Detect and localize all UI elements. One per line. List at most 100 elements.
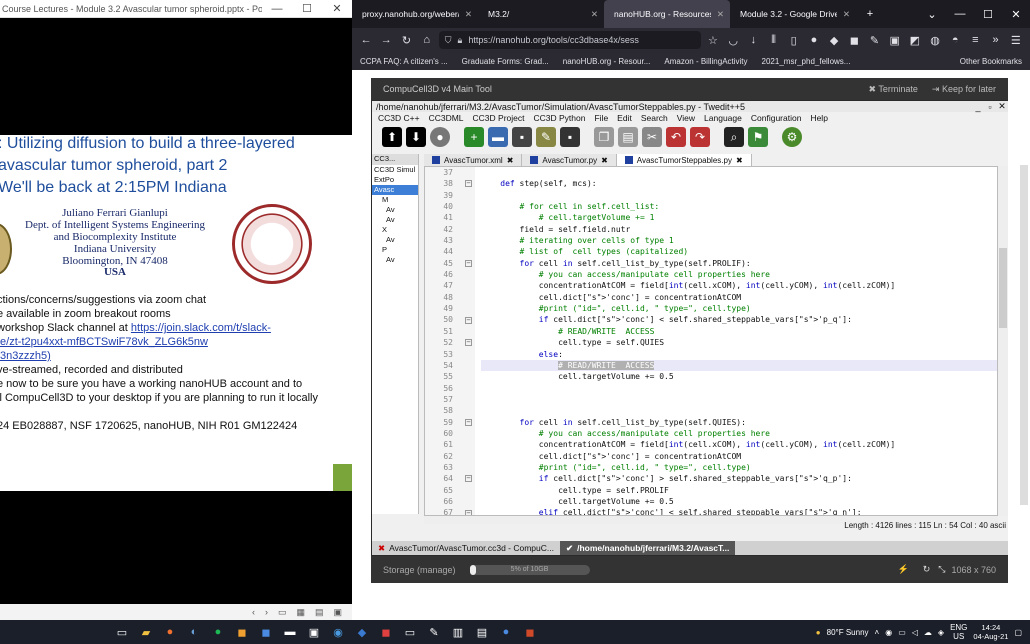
- network-icon[interactable]: ▭: [898, 628, 906, 637]
- power-icon[interactable]: ⚡: [897, 564, 908, 575]
- code-line[interactable]: # you can access/manipulate cell propert…: [481, 428, 997, 439]
- browser-tab[interactable]: proxy.nanohub.org/weber/18724(✕: [352, 0, 478, 28]
- app-icon[interactable]: ◉: [326, 622, 350, 642]
- maximize-icon[interactable]: ☐: [292, 2, 322, 15]
- terminal-icon[interactable]: ▬: [278, 622, 302, 642]
- editor-vertical-scrollbar[interactable]: [998, 166, 1008, 516]
- flag-icon[interactable]: ⚑: [748, 127, 768, 147]
- lock-icon[interactable]: 🔒︎: [458, 35, 463, 46]
- fold-toggle-icon[interactable]: −: [465, 259, 472, 267]
- refresh-icon[interactable]: ↻: [923, 564, 931, 575]
- powerpoint-icon[interactable]: ◼: [518, 622, 542, 642]
- code-line[interactable]: field = self.field.nutr: [481, 224, 997, 235]
- slack-link-cont[interactable]: te/zt-t2pu4xxt-mfBCTSwiF78vk_ZLG6k5nw: [0, 336, 208, 348]
- menu-item[interactable]: CC3D Python: [534, 113, 586, 123]
- close-icon[interactable]: ✕: [1002, 8, 1030, 21]
- steam-icon[interactable]: ◐: [182, 622, 206, 642]
- code-line[interactable]: def step(self, mcs):: [481, 178, 997, 189]
- code-line[interactable]: [481, 167, 997, 178]
- browser-tab[interactable]: Module 3.2 - Google Drive ✕: [730, 0, 856, 28]
- app-icon[interactable]: ▭: [398, 622, 422, 642]
- project-tree-item[interactable]: Av: [372, 235, 418, 245]
- page-scrollbar[interactable]: [1020, 165, 1028, 505]
- settings-icon[interactable]: ⚙: [782, 127, 802, 147]
- code-line[interactable]: if cell.dict["s">'conc'] > self.shared_s…: [481, 473, 997, 484]
- bookmark[interactable]: Graduate Forms: Grad...: [462, 57, 549, 66]
- find-icon[interactable]: ⌕: [724, 127, 744, 147]
- tray-chevron-icon[interactable]: ˄: [875, 628, 880, 637]
- new-tab-icon[interactable]: +: [856, 8, 884, 20]
- bookmark[interactable]: CCPA FAQ: A citizen's ...: [360, 57, 448, 66]
- upload-icon[interactable]: ⬆: [382, 127, 402, 147]
- back-icon[interactable]: ←: [358, 34, 374, 46]
- fold-toggle-icon[interactable]: −: [465, 180, 472, 188]
- code-line[interactable]: cell.dict["s">'conc'] = concentrationAtC…: [481, 451, 997, 462]
- overflow-icon[interactable]: »: [987, 34, 1003, 46]
- prev-slide-icon[interactable]: ‹: [252, 607, 255, 617]
- code-line[interactable]: # list of cell types (capitalized): [481, 246, 997, 257]
- code-line[interactable]: else:: [481, 349, 997, 360]
- extension-icon[interactable]: ◼: [846, 34, 862, 47]
- menu-item[interactable]: CC3D Project: [473, 113, 525, 123]
- fold-toggle-icon[interactable]: −: [465, 316, 472, 324]
- code-line[interactable]: cell.dict["s">'conc'] = concentrationAtC…: [481, 292, 997, 303]
- code-line[interactable]: # you can access/manipulate cell propert…: [481, 269, 997, 280]
- bookmark-star-icon[interactable]: ☆: [705, 34, 721, 47]
- slideshow-icon[interactable]: ▣: [333, 607, 342, 618]
- close-tab-icon[interactable]: ✖: [507, 156, 514, 165]
- menu-item[interactable]: Configuration: [751, 113, 802, 123]
- code-line[interactable]: cell.type = self.QUIES: [481, 337, 997, 348]
- new-file-icon[interactable]: +: [464, 127, 484, 147]
- browser-tab-active[interactable]: nanoHUB.org - Resources: To ✕: [604, 0, 730, 28]
- reload-icon[interactable]: ↻: [398, 34, 414, 47]
- cloud-icon[interactable]: ☁: [924, 628, 932, 637]
- code-line[interactable]: #print ("id=", cell.id, " type=", cell.t…: [481, 303, 997, 314]
- code-line[interactable]: #print ("id=", cell.id, " type=", cell.t…: [481, 462, 997, 473]
- code-line[interactable]: if cell.dict["s">'conc'] < self.shared_s…: [481, 314, 997, 325]
- notifications-icon[interactable]: ▢: [1014, 628, 1022, 637]
- undo-icon[interactable]: ↶: [666, 127, 686, 147]
- close-icon[interactable]: ✕: [996, 101, 1008, 112]
- minimize-icon[interactable]: —: [946, 8, 974, 20]
- menu-icon[interactable]: ☰: [1008, 34, 1024, 47]
- url-bar[interactable]: ⛉ 🔒︎ https://nanohub.org/tools/cc3dbase4…: [438, 31, 701, 49]
- copy-icon[interactable]: ❐: [594, 127, 614, 147]
- download-icon[interactable]: ⬇: [406, 127, 426, 147]
- fold-toggle-icon[interactable]: −: [465, 418, 472, 426]
- close-icon[interactable]: ✕: [322, 2, 352, 15]
- extension-icon[interactable]: ▣: [887, 34, 903, 47]
- scrollbar-thumb[interactable]: [999, 248, 1007, 328]
- code-editor[interactable]: 37 38 39 40 41 42 43 44 45 46 47 48 49 50 51 52 53 54 55 56…: [424, 166, 998, 516]
- fold-toggle-icon[interactable]: −: [465, 475, 472, 483]
- code-line[interactable]: for cell in self.cell_list_by_type(self.…: [481, 417, 997, 428]
- code-line[interactable]: # READ/WRITE ACCESS: [481, 359, 997, 372]
- clock[interactable]: 14:24 04-Aug-21: [973, 623, 1008, 641]
- terminate-button[interactable]: ✖ Terminate: [869, 84, 918, 95]
- code-line[interactable]: cell.type = self.PROLIF: [481, 485, 997, 496]
- open-file-icon[interactable]: ▬: [488, 127, 508, 147]
- slack-link[interactable]: https://join.slack.com/t/slack-: [131, 322, 271, 334]
- code-area[interactable]: def step(self, mcs): # for cell in self.…: [481, 167, 997, 515]
- menu-item[interactable]: View: [677, 113, 695, 123]
- save-all-icon[interactable]: ▪: [560, 127, 580, 147]
- tray-icon[interactable]: ◈: [938, 628, 944, 637]
- app-icon[interactable]: ◼: [254, 622, 278, 642]
- minimize-icon[interactable]: —: [262, 3, 292, 15]
- maximize-icon[interactable]: ☐: [974, 8, 1002, 21]
- editor-tab-active[interactable]: AvascTumorSteppables.py ✖: [616, 154, 752, 166]
- close-icon[interactable]: ✖: [378, 543, 385, 554]
- code-line[interactable]: concentrationAtCOM = field[int(cell.xCOM…: [481, 280, 997, 291]
- save-as-icon[interactable]: ✎: [536, 127, 556, 147]
- extension-icon[interactable]: ◍: [927, 34, 943, 47]
- app-icon[interactable]: ✎: [422, 622, 446, 642]
- home-icon[interactable]: ⌂: [419, 34, 435, 46]
- task-view-icon[interactable]: ▭: [110, 622, 134, 642]
- close-tab-icon[interactable]: ✕: [717, 9, 724, 20]
- menu-item[interactable]: CC3DML: [429, 113, 464, 123]
- app-icon[interactable]: ▤: [470, 622, 494, 642]
- project-tree-item[interactable]: X: [372, 225, 418, 235]
- project-tree-item[interactable]: Av: [372, 205, 418, 215]
- menu-item[interactable]: File: [594, 113, 608, 123]
- menu-item[interactable]: Edit: [617, 113, 632, 123]
- code-line[interactable]: [481, 394, 997, 405]
